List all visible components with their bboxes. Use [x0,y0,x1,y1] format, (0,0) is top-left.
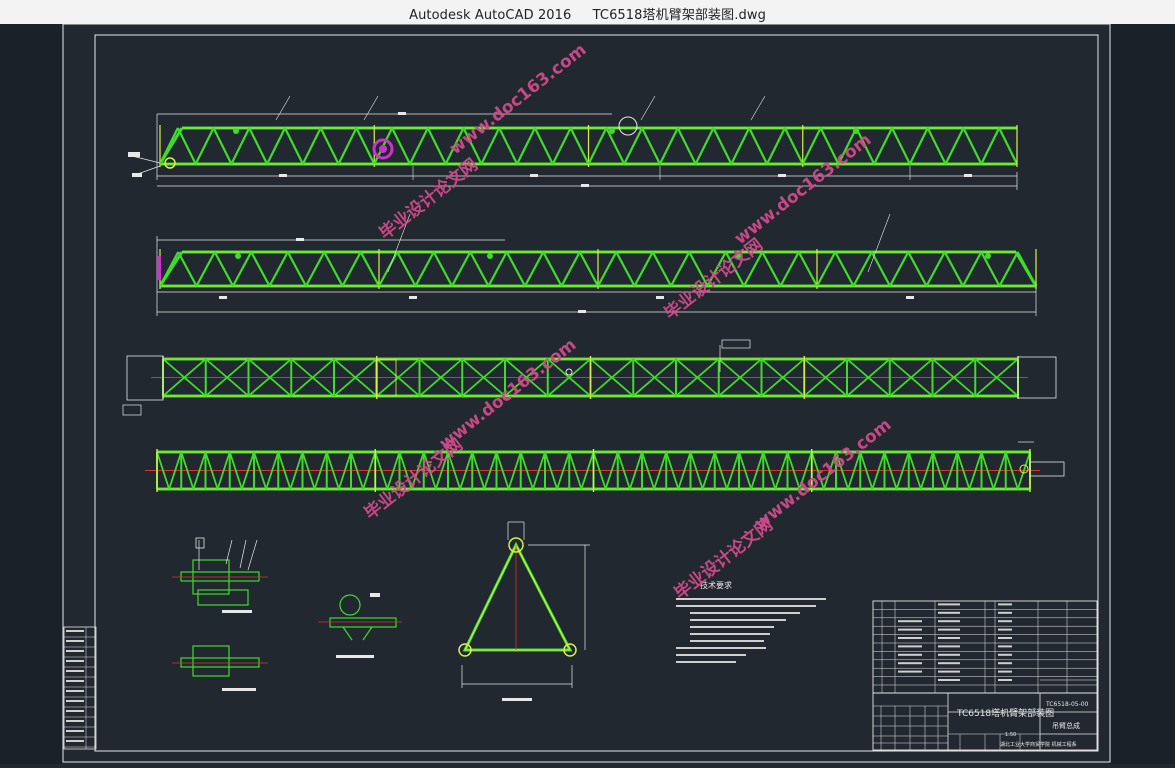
parts-text [938,628,960,631]
revision-text [66,650,84,652]
document-name: TC6518塔机臂架部装图.dwg [592,8,766,23]
tech-text-line [676,598,826,600]
lifting-lug [985,253,991,259]
dim-text [296,238,304,241]
parts-text [938,679,960,681]
tech-text-line [676,605,816,607]
revision-text [66,740,84,742]
parts-text [898,628,922,631]
dim-text [906,296,914,299]
revision-text [66,670,84,672]
parts-text [938,662,960,665]
dim-text [581,184,589,187]
app-name: Autodesk AutoCAD 2016 [409,8,572,23]
lifting-lug [487,253,493,259]
parts-text [998,645,1012,648]
parts-text [898,620,922,623]
root-mark [157,256,161,280]
tech-text-line [690,619,786,621]
revision-text [66,720,84,722]
drawing-canvas[interactable]: 技术要求 TC6518塔机臂架部装图 TC6518-05-00 吊臂总成 湖北工… [0,23,1175,764]
title-block-school: 湖北工业大学商贸学院 机械工程系 [1000,741,1077,748]
parts-text [998,611,1012,614]
tech-text-line [676,647,766,649]
revision-text [66,680,84,682]
dim-text [778,174,786,177]
parts-text [898,662,922,665]
revision-text [66,700,84,702]
title-block-drawing-title: TC6518塔机臂架部装图 [956,707,1054,719]
revision-text [66,710,84,712]
dim-text [279,174,287,177]
parts-text [998,637,1012,639]
lifting-lug [233,128,239,134]
dim-text [219,296,227,299]
revision-text [66,630,84,632]
parts-text [938,603,960,606]
trolley-hub-center [379,145,387,153]
dim-text [656,296,664,299]
dim-text [530,174,538,177]
tech-text-line [690,640,764,642]
parts-text [998,628,1012,631]
tech-text-line [676,654,746,656]
parts-text [998,653,1012,656]
window-titlebar: Autodesk AutoCAD 2016 TC6518塔机臂架部装图.dwg [0,0,1175,25]
tech-text-line [690,626,774,628]
parts-text [998,603,1012,606]
tech-text-line [690,612,800,614]
revision-text [66,690,84,692]
parts-text [898,670,922,673]
parts-text [938,645,960,648]
revision-text [66,640,84,642]
parts-text [938,637,960,639]
right-margin [1110,24,1175,764]
title-block-part-name: 吊臂总成 [1052,721,1080,730]
parts-text [898,637,922,639]
parts-text [938,670,960,673]
dim-text [409,296,417,299]
revision-text [66,660,84,662]
window-title: Autodesk AutoCAD 2016 TC6518塔机臂架部装图.dwg [0,4,1175,23]
title-block-drawing-code: TC6518-05-00 [1045,701,1089,708]
parts-text [998,679,1012,681]
dim-text [398,112,406,115]
parts-text [998,670,1012,673]
tech-text-line [690,633,770,635]
revision-text [66,730,84,732]
dim-text [578,310,586,313]
lifting-lug [235,253,241,259]
parts-text [938,653,960,656]
parts-text [938,620,960,623]
parts-text [938,611,960,614]
parts-text [998,620,1012,623]
parts-text [898,653,922,656]
dim-text [964,174,972,177]
title-block-scale: 1:50 [1005,732,1016,738]
left-margin [0,24,62,764]
lifting-lug [609,128,615,134]
parts-text [898,645,922,648]
parts-text [998,662,1012,665]
tech-text-line [676,661,736,663]
